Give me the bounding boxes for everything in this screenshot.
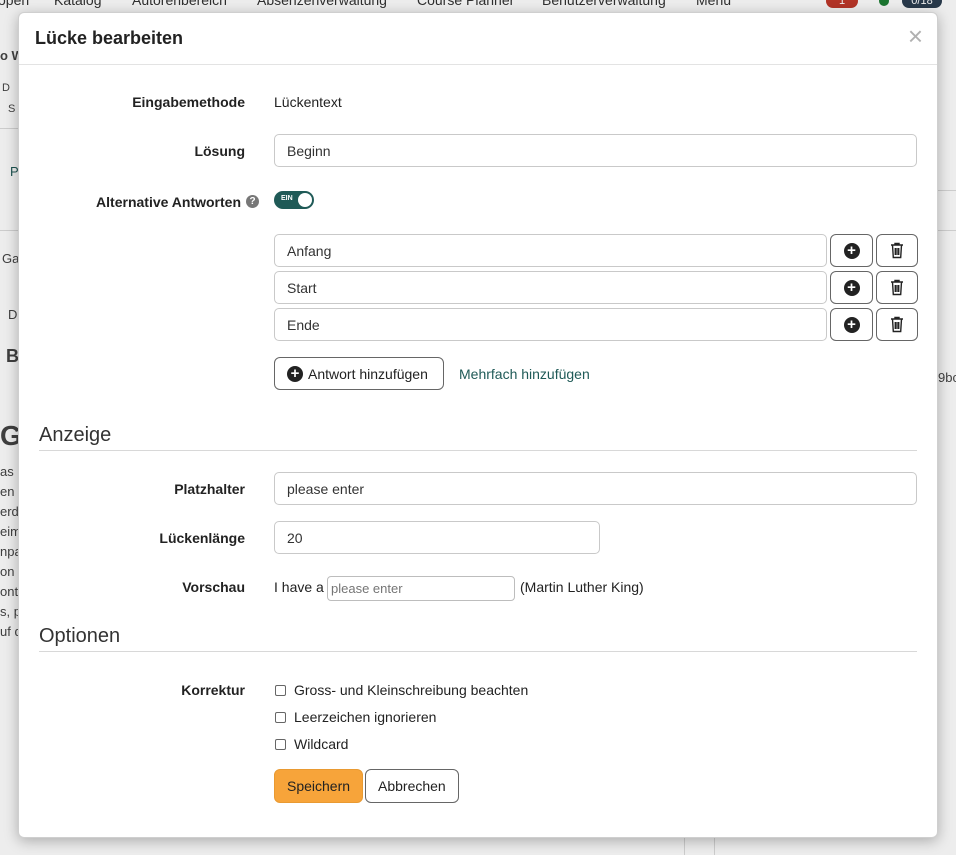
plus-circle-icon: + <box>843 242 860 259</box>
correction-label: Korrektur <box>181 682 245 698</box>
gap-length-label: Lückenlänge <box>159 530 245 546</box>
checkbox-label: Leerzeichen ignorieren <box>294 709 437 725</box>
alt-answer-input[interactable] <box>274 234 827 267</box>
trash-icon <box>891 242 903 259</box>
trash-icon <box>891 316 903 333</box>
toggle-knob <box>298 193 312 207</box>
case-sensitive-option[interactable]: Gross- und Kleinschreibung beachten <box>275 682 528 698</box>
dialog-title: Lücke bearbeiten <box>35 28 184 48</box>
save-button[interactable]: Speichern <box>274 769 364 803</box>
delete-alt-answer-button[interactable] <box>876 234 918 267</box>
help-icon[interactable]: ? <box>246 195 259 208</box>
preview-gap-input[interactable] <box>327 576 515 601</box>
input-method-label: Eingabemethode <box>132 94 245 110</box>
add-answer-label: Antwort hinzufügen <box>308 365 428 382</box>
gap-length-input[interactable] <box>274 521 600 554</box>
delete-alt-answer-button[interactable] <box>876 271 918 304</box>
input-method-value: Lückentext <box>274 94 342 110</box>
wildcard-option[interactable]: Wildcard <box>275 736 348 752</box>
alt-answer-input[interactable] <box>274 308 827 341</box>
preview-suffix: (Martin Luther King) <box>520 579 644 595</box>
preview-prefix: I have a <box>274 579 324 595</box>
checkbox[interactable] <box>275 684 286 696</box>
dialog-header: Lücke bearbeiten × <box>19 13 937 65</box>
edit-gap-dialog: Lücke bearbeiten × Eingabemethode Lücken… <box>18 12 938 838</box>
checkbox-label: Wildcard <box>294 736 349 752</box>
display-section-title: Anzeige <box>39 424 112 446</box>
ignore-whitespace-option[interactable]: Leerzeichen ignorieren <box>275 709 436 725</box>
add-multiple-link[interactable]: Mehrfach hinzufügen <box>459 366 590 382</box>
placeholder-input[interactable] <box>274 472 917 505</box>
plus-circle-icon: + <box>843 316 860 333</box>
placeholder-label: Platzhalter <box>174 481 245 497</box>
add-alt-answer-button[interactable]: + <box>830 234 873 267</box>
alt-answers-label: Alternative Antworten <box>96 194 241 210</box>
checkbox[interactable] <box>275 738 286 750</box>
plus-circle-icon: + <box>843 279 860 296</box>
cancel-button[interactable]: Abbrechen <box>365 769 459 803</box>
trash-icon <box>891 279 903 296</box>
section-divider <box>39 651 917 652</box>
close-icon[interactable]: × <box>908 23 923 49</box>
toggle-state-label: EIN <box>281 195 293 202</box>
add-alt-answer-button[interactable]: + <box>830 271 873 304</box>
preview-label: Vorschau <box>182 579 245 595</box>
checkbox[interactable] <box>275 711 286 723</box>
plus-circle-icon: + <box>287 365 303 382</box>
section-divider <box>39 450 917 451</box>
solution-input[interactable] <box>274 134 917 167</box>
delete-alt-answer-button[interactable] <box>876 308 918 341</box>
options-section-title: Optionen <box>39 625 121 647</box>
checkbox-label: Gross- und Kleinschreibung beachten <box>294 682 529 698</box>
add-answer-button[interactable]: + Antwort hinzufügen <box>274 357 444 390</box>
alt-answer-input[interactable] <box>274 271 827 304</box>
alt-answers-toggle[interactable]: EIN <box>274 191 314 209</box>
solution-label: Lösung <box>194 143 245 159</box>
add-alt-answer-button[interactable]: + <box>830 308 873 341</box>
